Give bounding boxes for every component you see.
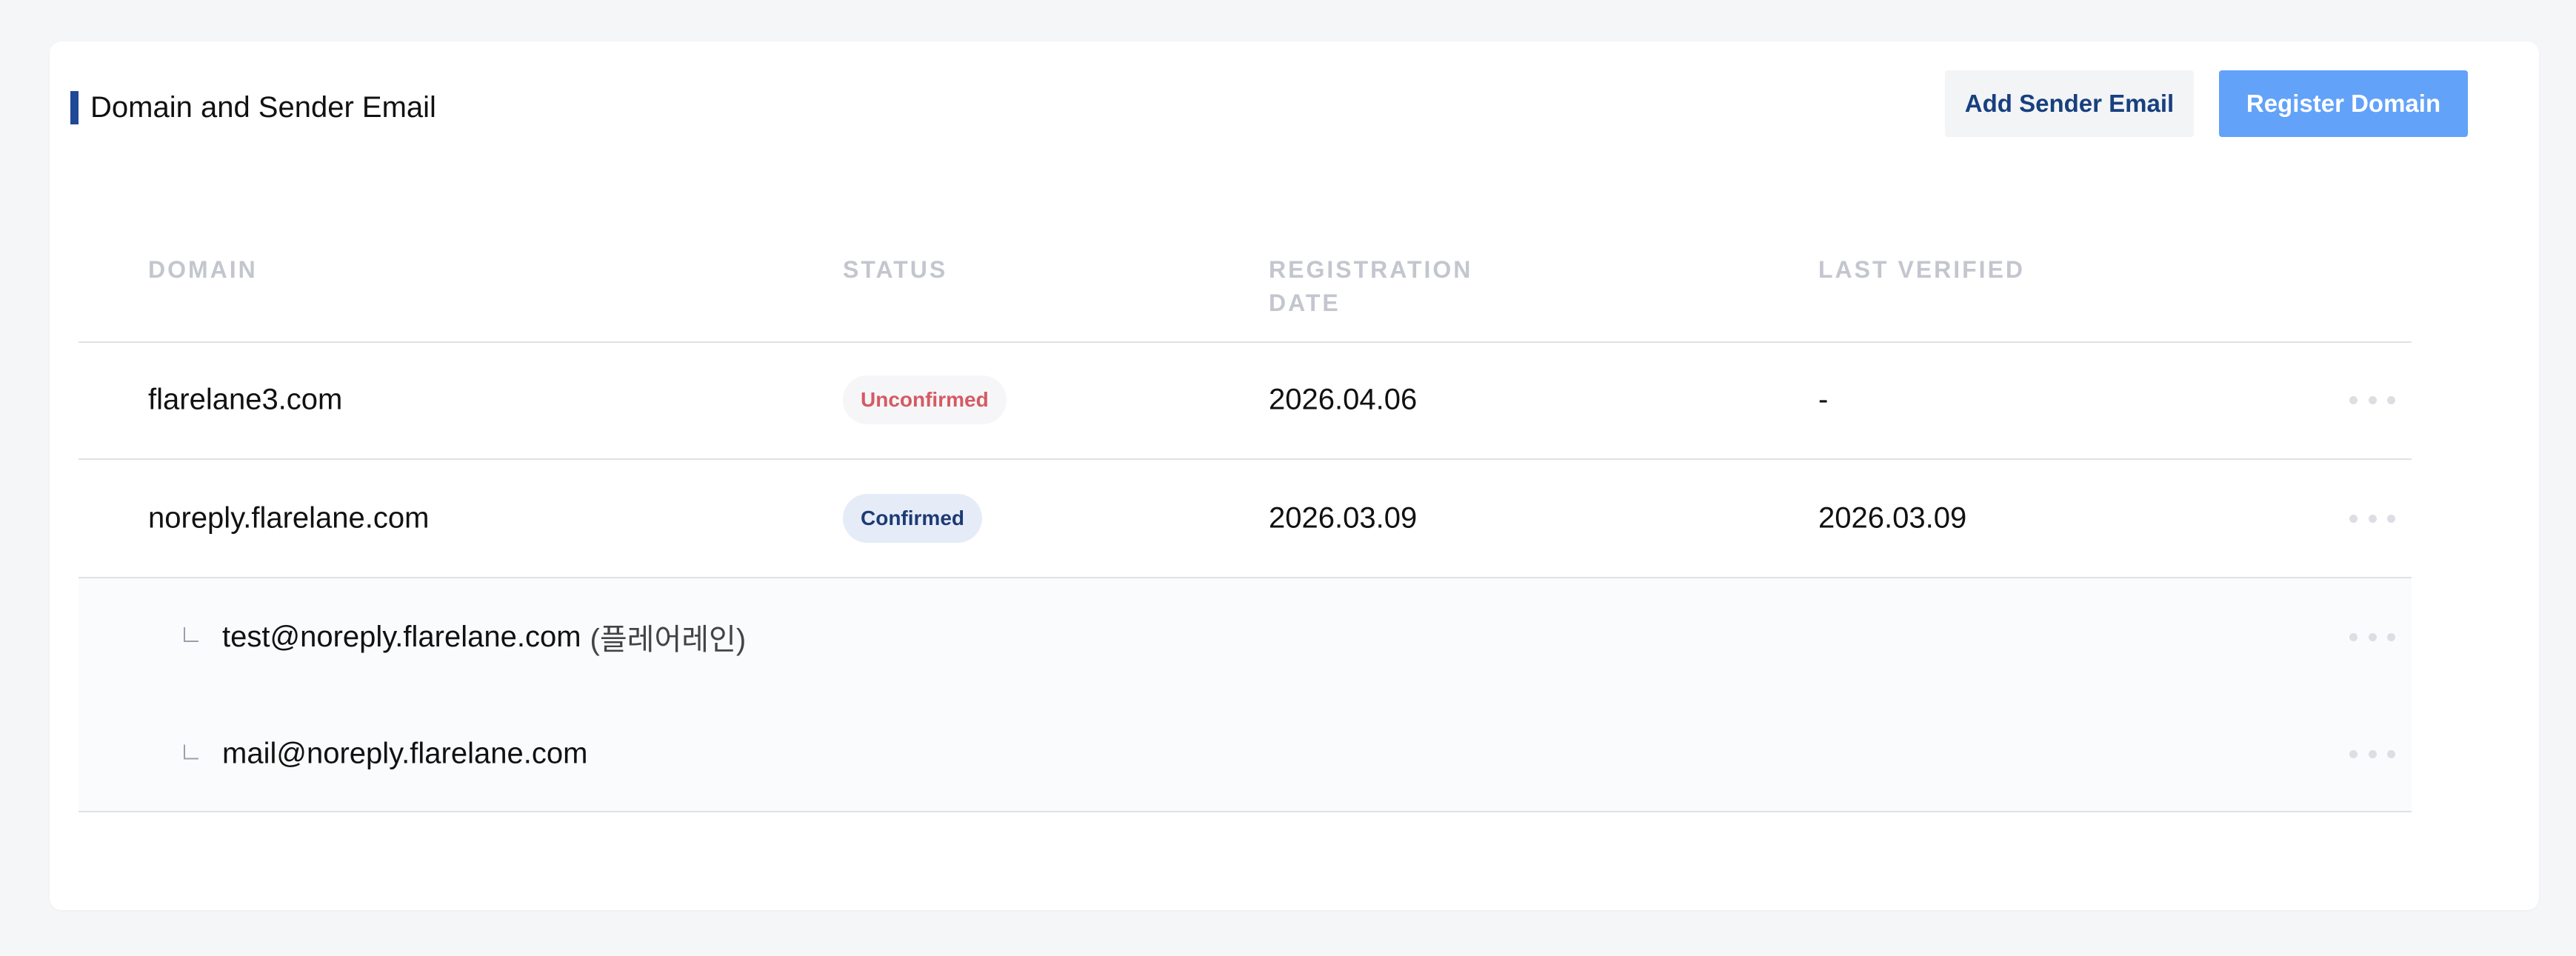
registration-date-cell: 2026.03.09 — [1269, 501, 1418, 535]
status-cell: Confirmed — [843, 494, 982, 543]
section-title: Domain and Sender Email — [70, 70, 436, 144]
more-options-icon[interactable] — [2349, 395, 2395, 405]
last-verified-cell: 2026.03.09 — [1818, 501, 1967, 535]
sender-email-cell: test@noreply.flarelane.com (플레어레인) — [184, 615, 746, 658]
table-row[interactable]: flarelane3.com Unconfirmed 2026.04.06 - — [79, 341, 2412, 460]
domain-cell: flarelane3.com — [148, 383, 343, 416]
column-header-domain: DOMAIN — [148, 256, 258, 283]
sender-name: (플레어레인) — [590, 624, 747, 656]
sender-email: mail@noreply.flarelane.com — [222, 737, 588, 770]
register-domain-button[interactable]: Register Domain — [2219, 70, 2468, 137]
column-header-last-verified: LAST VERIFIED — [1818, 256, 2026, 283]
card-header: Domain and Sender Email Add Sender Email… — [70, 70, 2506, 144]
domain-cell: noreply.flarelane.com — [148, 501, 430, 535]
sender-email-row[interactable]: test@noreply.flarelane.com (플레어레인) — [79, 578, 2412, 695]
sender-email-cell: mail@noreply.flarelane.com — [184, 738, 587, 771]
registration-date-cell: 2026.04.06 — [1269, 383, 1418, 416]
more-options-icon[interactable] — [2349, 513, 2395, 524]
status-badge: Unconfirmed — [843, 375, 1007, 424]
more-options-icon[interactable] — [2349, 749, 2395, 759]
title-accent-bar — [70, 90, 79, 124]
table-header: DOMAIN STATUS REGISTRATION DATE LAST VER… — [79, 244, 2412, 343]
more-options-icon[interactable] — [2349, 632, 2395, 642]
page-title: Domain and Sender Email — [90, 90, 436, 124]
table-row[interactable]: noreply.flarelane.com Confirmed 2026.03.… — [79, 460, 2412, 578]
last-verified-cell: - — [1818, 383, 1829, 416]
column-header-registration-date: REGISTRATION DATE — [1269, 256, 1473, 316]
status-cell: Unconfirmed — [843, 375, 1007, 424]
tree-branch-icon — [184, 627, 198, 642]
column-header-status: STATUS — [843, 256, 948, 283]
add-sender-email-button[interactable]: Add Sender Email — [1945, 70, 2194, 137]
sender-email: test@noreply.flarelane.com — [222, 620, 581, 653]
sender-email-list: test@noreply.flarelane.com (플레어레인) mail@… — [79, 578, 2412, 812]
sender-email-row[interactable]: mail@noreply.flarelane.com — [79, 695, 2412, 812]
tree-branch-icon — [184, 744, 198, 759]
status-badge: Confirmed — [843, 494, 982, 543]
